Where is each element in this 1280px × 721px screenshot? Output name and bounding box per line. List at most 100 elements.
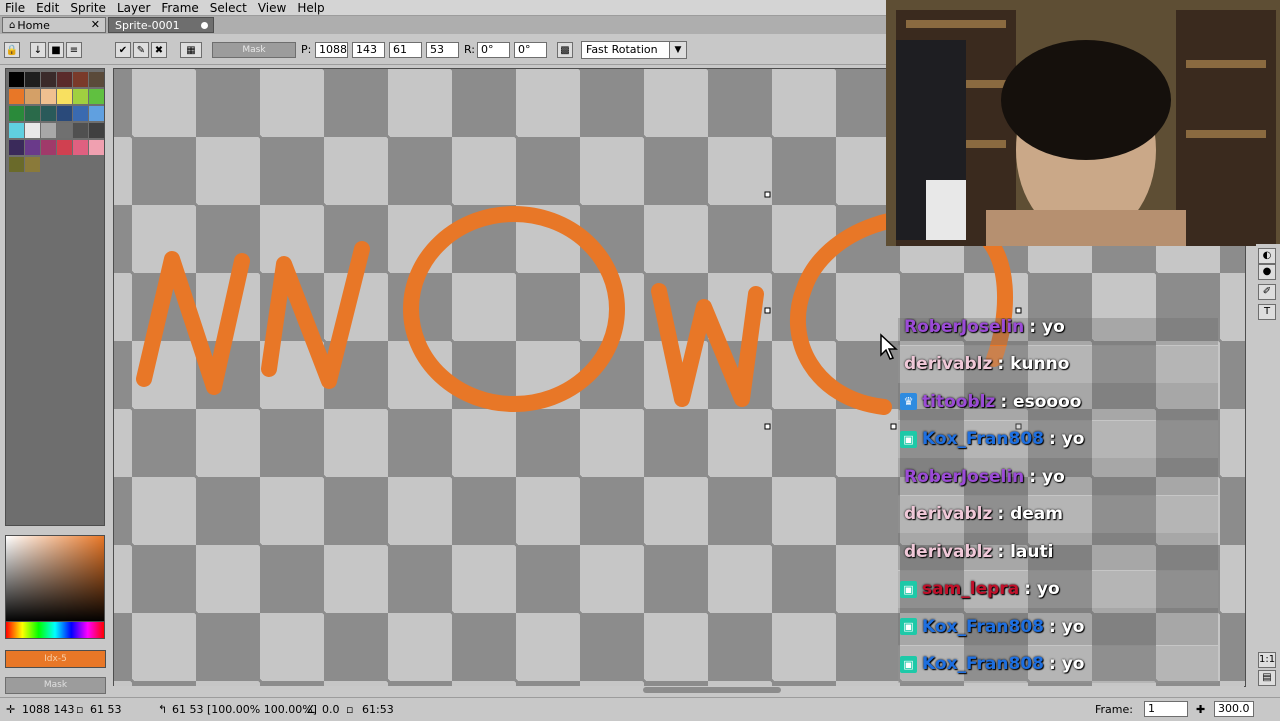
height-field[interactable]: 53: [426, 42, 459, 58]
chat-message: RoberJoselin: yo: [898, 458, 1218, 495]
text-tool-icon[interactable]: T: [1258, 304, 1276, 320]
webcam-overlay: [886, 0, 1280, 246]
palette-swatch[interactable]: [57, 123, 72, 138]
palette-swatch[interactable]: [9, 140, 24, 155]
eyedropper-icon[interactable]: ✐: [1258, 284, 1276, 300]
square-icon[interactable]: ■: [48, 42, 64, 58]
rotation-mode-select[interactable]: Fast Rotation ▼: [581, 41, 687, 59]
chat-text: : yo: [1029, 466, 1065, 487]
chat-username: Kox_Fran808: [922, 616, 1044, 637]
menu-icon[interactable]: ≡: [66, 42, 82, 58]
close-icon[interactable]: ✕: [91, 18, 100, 31]
palette-swatch[interactable]: [57, 106, 72, 121]
zoom-reset-icon[interactable]: 1:1: [1258, 652, 1276, 668]
palette-swatch[interactable]: [9, 157, 24, 172]
y-field[interactable]: 143: [352, 42, 385, 58]
chat-message: derivablz: deam: [898, 495, 1218, 533]
scrollbar-thumb[interactable]: [643, 687, 781, 693]
palette-swatch[interactable]: [73, 106, 88, 121]
transform-handle: [890, 423, 897, 430]
palette-swatch[interactable]: [89, 89, 104, 104]
lock-icon[interactable]: 🔒: [4, 42, 20, 58]
palette-swatch[interactable]: [41, 140, 56, 155]
mask-button[interactable]: Mask: [212, 42, 296, 58]
blob-icon[interactable]: ●: [1258, 264, 1276, 280]
zoom-in-icon[interactable]: ✚: [1196, 703, 1205, 716]
palette-swatch[interactable]: [73, 140, 88, 155]
chat-text: : yo: [1049, 654, 1085, 674]
webcam-feed: [886, 0, 1280, 246]
palette-swatch[interactable]: [89, 123, 104, 138]
palette-swatch[interactable]: [57, 140, 72, 155]
gift-badge-icon: ▣: [900, 618, 917, 635]
palette-swatch[interactable]: [9, 89, 24, 104]
chat-username: Kox_Fran808: [922, 429, 1044, 449]
selection-icon[interactable]: ▦: [180, 42, 202, 58]
palette-swatch[interactable]: [73, 123, 88, 138]
zoom-input[interactable]: 300.0: [1214, 701, 1254, 717]
menu-file[interactable]: File: [0, 1, 31, 15]
check-icon[interactable]: ✔: [115, 42, 131, 58]
palette-swatch[interactable]: [9, 72, 24, 87]
frame-input[interactable]: 1: [1144, 701, 1188, 717]
palette-swatch[interactable]: [73, 72, 88, 87]
palette-swatch[interactable]: [89, 72, 104, 87]
hue-slider[interactable]: [5, 621, 105, 639]
edit-check-icon[interactable]: ✎: [133, 42, 149, 58]
angle-icon: ∠: [306, 703, 316, 716]
palette-swatch[interactable]: [41, 123, 56, 138]
selection-size: 61 53: [90, 703, 122, 716]
arrow-down-icon[interactable]: ↓: [30, 42, 46, 58]
menu-select[interactable]: Select: [205, 1, 253, 15]
menu-frame[interactable]: Frame: [156, 1, 204, 15]
letter-w: [651, 283, 764, 407]
palette-swatch[interactable]: [25, 72, 40, 87]
foreground-color-button[interactable]: Idx-5: [5, 650, 106, 668]
right-tool-column: ◐ ● ✐ T 1:1 ▤: [1256, 244, 1280, 694]
palette-swatch[interactable]: [25, 106, 40, 121]
palette-swatch[interactable]: [41, 89, 56, 104]
palette-swatch[interactable]: [41, 72, 56, 87]
transform-icon: ↰: [158, 703, 168, 716]
palette-swatch[interactable]: [25, 89, 40, 104]
letter-n-2: [261, 241, 370, 389]
rotation-field[interactable]: 0°: [477, 42, 510, 58]
horizontal-scrollbar[interactable]: [113, 686, 1244, 694]
palette-swatch[interactable]: [89, 140, 104, 155]
palette-swatch[interactable]: [9, 106, 24, 121]
status-bar: ✛ 1088 143 ▫ 61 53 ↰ 61 53 [100.00% 100.…: [0, 697, 1280, 721]
menu-view[interactable]: View: [253, 1, 292, 15]
color-spectrum[interactable]: [5, 535, 105, 623]
chat-text: : yo: [1049, 616, 1085, 637]
palette-swatch[interactable]: [25, 123, 40, 138]
menu-layer[interactable]: Layer: [112, 1, 156, 15]
palette-swatch[interactable]: [57, 89, 72, 104]
left-panel: Idx-5 Mask: [0, 65, 108, 695]
chat-message: ▣ Kox_Fran808: yo: [898, 420, 1218, 458]
tab-sprite[interactable]: Sprite-0001: [108, 17, 214, 33]
chat-username: titooblz: [922, 391, 996, 412]
menu-edit[interactable]: Edit: [31, 1, 65, 15]
x-field[interactable]: 1088: [315, 42, 348, 58]
chat-message: ♛ titooblz: esoooo: [898, 383, 1218, 420]
palette-swatch[interactable]: [41, 106, 56, 121]
grid-icon[interactable]: ▩: [557, 42, 573, 58]
paint-bucket-icon[interactable]: ◐: [1258, 248, 1276, 264]
width-field[interactable]: 61: [389, 42, 422, 58]
palette-swatch[interactable]: [25, 140, 40, 155]
palette-swatch[interactable]: [57, 72, 72, 87]
palette-swatch[interactable]: [9, 123, 24, 138]
menu-help[interactable]: Help: [292, 1, 330, 15]
background-color-button[interactable]: Mask: [5, 677, 106, 694]
palette-swatch[interactable]: [73, 89, 88, 104]
palette-swatch[interactable]: [25, 157, 40, 172]
dims-value: 61:53: [362, 703, 394, 716]
tab-home[interactable]: ⌂ Home ✕: [2, 17, 106, 33]
cancel-icon[interactable]: ✖: [151, 42, 167, 58]
skew-field[interactable]: 0°: [514, 42, 547, 58]
timeline-icon[interactable]: ▤: [1258, 670, 1276, 686]
menu-sprite[interactable]: Sprite: [65, 1, 112, 15]
crosshair-icon: ✛: [6, 703, 16, 716]
chat-text: : yo: [1049, 429, 1085, 449]
palette-swatch[interactable]: [89, 106, 104, 121]
